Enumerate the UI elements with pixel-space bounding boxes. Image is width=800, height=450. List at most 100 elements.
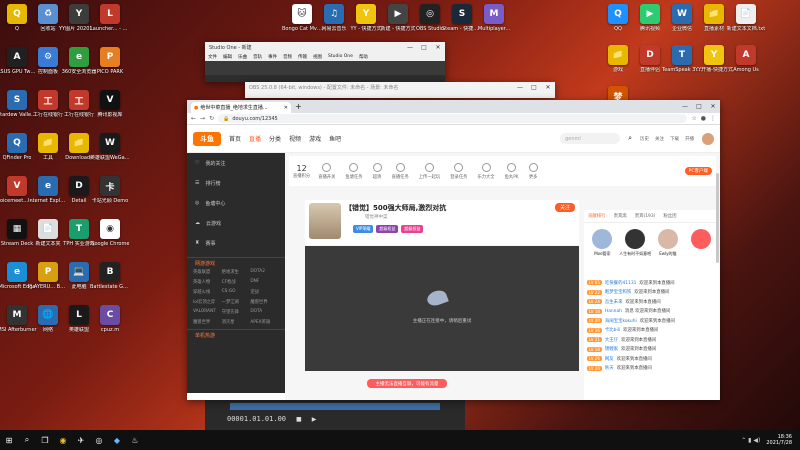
chat-username[interactable]: 大王仔: [605, 337, 618, 343]
desktop-icon[interactable]: M MSI Afterburner: [0, 305, 37, 333]
close-icon[interactable]: ✕: [706, 103, 720, 110]
sidebar-item[interactable]: ◎ 鱼塘中心: [187, 193, 285, 213]
stat-item[interactable]: 鱼丸PK: [505, 162, 519, 180]
chrome-icon[interactable]: ◉: [54, 431, 72, 449]
sidebar-game[interactable]: 英雄人物: [193, 279, 222, 285]
nav-item[interactable]: 首页: [229, 136, 241, 143]
maximize-icon[interactable]: □: [527, 84, 541, 91]
profile-icon[interactable]: ●: [701, 115, 706, 122]
chat-username[interactable]: 卡比bili: [605, 327, 620, 333]
obs-icon[interactable]: ◎: [90, 431, 108, 449]
close-icon[interactable]: ✕: [541, 84, 555, 91]
studio-one-icon[interactable]: ◆: [108, 431, 126, 449]
minimize-icon[interactable]: —: [513, 84, 527, 91]
sidebar-item[interactable]: ♡ 我的关注: [187, 153, 285, 173]
sidebar-item[interactable]: ♜ 赛事: [187, 233, 285, 253]
desktop-icon[interactable]: S Stardew Valley Sa...: [0, 90, 37, 118]
steam-icon[interactable]: ♨: [126, 431, 144, 449]
maximize-icon[interactable]: □: [692, 103, 706, 110]
close-icon[interactable]: ✕: [431, 44, 445, 51]
desktop-icon[interactable]: QQ: [0, 4, 37, 32]
chat-tab[interactable]: 贡献排行: [588, 213, 606, 219]
douyu-logo[interactable]: 斗鱼: [193, 131, 221, 146]
tray-icons[interactable]: ⌃ ▮ ◀): [741, 437, 760, 444]
nav-item[interactable]: 游戏: [309, 136, 321, 143]
tab-close-icon[interactable]: ✕: [284, 105, 288, 111]
reload-icon[interactable]: ↻: [209, 115, 214, 122]
star-icon[interactable]: ☆: [691, 115, 696, 122]
play-icon[interactable]: ▶: [312, 416, 317, 423]
desktop-icon[interactable]: A ASUS GPU Tweak II: [0, 47, 37, 75]
app-icon[interactable]: ✈: [72, 431, 90, 449]
sidebar-item[interactable]: ☁ 云游戏: [187, 213, 285, 233]
search-icon[interactable]: ⌕: [18, 431, 36, 449]
task-view-icon[interactable]: ❐: [36, 431, 54, 449]
sidebar-game[interactable]: APEX英雄: [250, 319, 279, 325]
nav-item[interactable]: 分类: [269, 136, 281, 143]
studio-one-titlebar[interactable]: Studio One - 新建 — □ ✕: [205, 42, 445, 52]
sidebar-game[interactable]: 魔兽世界: [250, 299, 279, 305]
sidebar-game[interactable]: 魔兽世界: [193, 319, 222, 325]
minimize-icon[interactable]: —: [403, 44, 417, 51]
sidebar-game[interactable]: DOTA: [250, 309, 279, 315]
sidebar-game[interactable]: DNF: [250, 279, 279, 285]
sidebar-game[interactable]: 绝地求生: [222, 269, 251, 275]
header-action[interactable]: 开播: [685, 136, 694, 142]
nav-item[interactable]: 直播: [249, 136, 261, 143]
studio-one-window[interactable]: Studio One - 新建 — □ ✕ 文件 编辑 乐曲 音轨 事件 音频 传输 视图 Stud…: [205, 42, 445, 82]
sidebar-game[interactable]: 穿越火线: [193, 289, 222, 295]
menu-item[interactable]: 文件: [208, 54, 217, 60]
desktop-icon[interactable]: e Microsoft Edge: [0, 262, 37, 290]
stat-item[interactable]: 更多: [528, 162, 538, 180]
menu-item[interactable]: 视图: [313, 54, 322, 60]
chat-tab[interactable]: 贵宾(193): [635, 213, 656, 219]
sidebar-game[interactable]: CS:GO: [222, 289, 251, 295]
fan-card[interactable]: 人生有时不如意吧: [619, 229, 651, 272]
obs-titlebar[interactable]: OBS 25.0.8 (64-bit, windows) - 配置文件: 未命名…: [245, 82, 555, 92]
stat-item[interactable]: 登录任务: [450, 162, 467, 180]
menu-item[interactable]: 编辑: [223, 54, 232, 60]
browser-window[interactable]: ● 绝世中菜直播_绝地求生直播... ✕ + — □ ✕ ← → ↻ 🔒 douyu.…: [187, 100, 720, 400]
menu-item[interactable]: 事件: [268, 54, 277, 60]
url-field[interactable]: 🔒 douyu.com/12345: [218, 114, 688, 123]
promo-banner[interactable]: 主播无法直播互联，可能有流量: [367, 379, 447, 388]
header-action[interactable]: 关注: [655, 136, 664, 142]
nav-item[interactable]: 鱼吧: [329, 136, 341, 143]
stop-icon[interactable]: ■: [296, 416, 302, 423]
sidebar-game[interactable]: DOTA2: [250, 269, 279, 275]
header-action[interactable]: 历史: [640, 136, 649, 142]
new-tab-icon[interactable]: +: [295, 102, 302, 111]
chat-username[interactable]: 吾生未来: [605, 299, 623, 305]
nav-item[interactable]: 视频: [289, 136, 301, 143]
start-icon[interactable]: ⊞: [0, 431, 18, 449]
chat-tab[interactable]: 贵宾席: [614, 213, 627, 219]
menu-item[interactable]: Studio One: [328, 54, 353, 59]
sidebar-game[interactable]: lol云顶之弈: [193, 299, 222, 305]
sidebar-game[interactable]: 英雄联盟: [193, 269, 222, 275]
sidebar-game[interactable]: 一梦江湖: [222, 299, 251, 305]
sidebar-game[interactable]: VALORANT: [193, 309, 222, 315]
sidebar-item[interactable]: ☰ 排行榜: [187, 173, 285, 193]
sidebar-game[interactable]: 消灭星: [222, 319, 251, 325]
menu-item[interactable]: 音频: [283, 54, 292, 60]
desktop-icon[interactable]: 📁 游戏: [598, 45, 638, 73]
header-action[interactable]: 下载: [670, 136, 679, 142]
chat-tab[interactable]: 粉丝团: [663, 213, 676, 219]
pc-client-button[interactable]: PC客户端: [684, 167, 712, 175]
stat-item[interactable]: 超清: [372, 162, 382, 180]
chat-username[interactable]: 网友: [605, 356, 614, 362]
fan-card[interactable]: [686, 229, 716, 272]
stat-item[interactable]: 直播任务: [392, 162, 409, 180]
chat-username[interactable]: 眠梦宝宝和铁: [605, 289, 631, 295]
desktop-icon[interactable]: Q QQ: [598, 4, 638, 32]
stat-item[interactable]: 直播开关: [318, 162, 335, 180]
fan-card[interactable]: Ewly的猫: [653, 229, 683, 272]
maximize-icon[interactable]: □: [417, 44, 431, 51]
chat-username[interactable]: Hannah: [605, 309, 622, 314]
obs-window[interactable]: OBS 25.0.8 (64-bit, windows) - 配置文件: 未命名…: [245, 82, 555, 98]
search-input[interactable]: genmi: [560, 133, 621, 144]
clock-date[interactable]: 2021/7/28: [766, 440, 792, 446]
menu-item[interactable]: 音轨: [253, 54, 262, 60]
back-icon[interactable]: ←: [191, 115, 196, 122]
desktop-icon[interactable]: 🐱 Bongo Cat Mver.exe: [282, 4, 322, 32]
